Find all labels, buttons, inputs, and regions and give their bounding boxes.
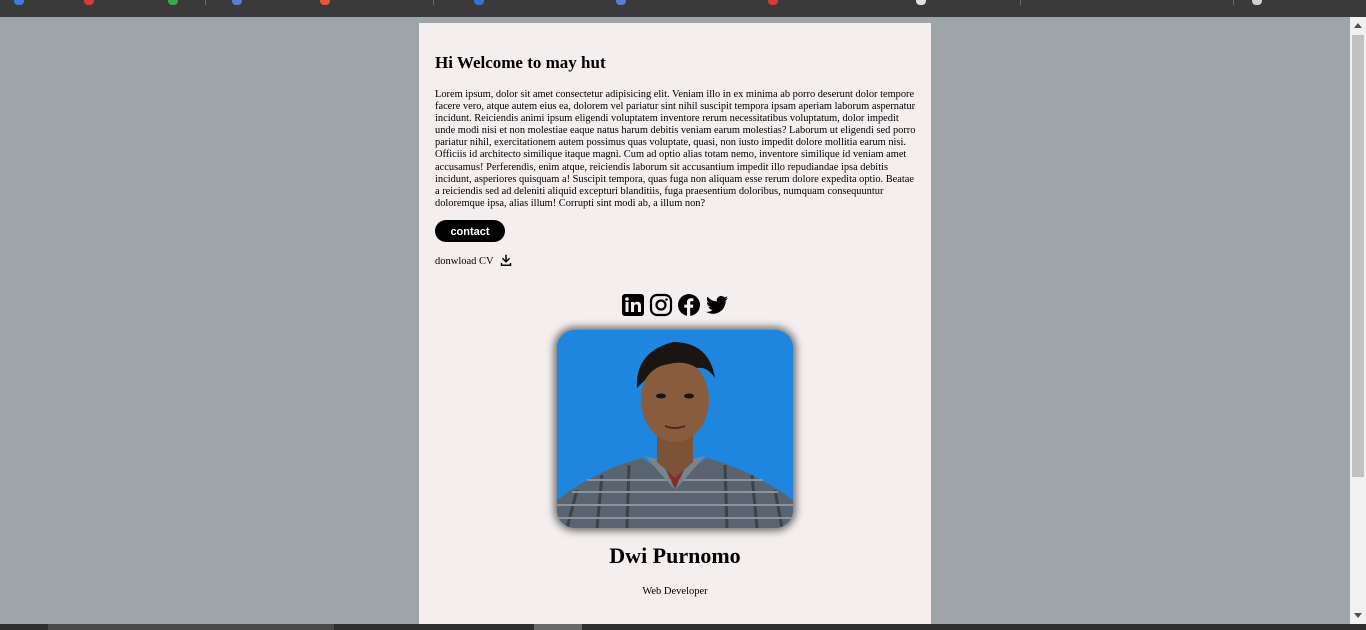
bio-paragraph: Lorem ipsum, dolor sit amet consectetur … xyxy=(435,89,916,209)
social-links xyxy=(419,293,931,317)
facebook-icon[interactable] xyxy=(677,293,701,317)
horizontal-scrollbar[interactable] xyxy=(0,624,1366,630)
tab-favicon-icon[interactable] xyxy=(84,0,94,5)
twitter-icon[interactable] xyxy=(705,293,729,317)
download-icon xyxy=(500,254,512,269)
profile-card: Hi Welcome to may hut Lorem ipsum, dolor… xyxy=(419,23,931,624)
tab-favicon-icon[interactable] xyxy=(168,0,178,5)
scroll-down-arrow-icon[interactable] xyxy=(1354,613,1362,618)
vertical-scrollbar[interactable] xyxy=(1350,17,1366,624)
browser-tab-strip xyxy=(0,0,1366,17)
tab-separator xyxy=(433,0,434,5)
tab-favicon-icon[interactable] xyxy=(768,0,778,5)
profile-name: Dwi Purnomo xyxy=(609,543,741,568)
tab-separator xyxy=(205,0,206,5)
tab-favicon-icon[interactable] xyxy=(320,0,330,5)
contact-button[interactable]: contact xyxy=(435,219,505,242)
download-cv-link[interactable]: donwload CV xyxy=(435,254,915,269)
tab-separator xyxy=(1020,0,1021,5)
instagram-icon[interactable] xyxy=(649,293,673,317)
person-portrait-image xyxy=(557,330,793,528)
profile-role: Web Developer xyxy=(642,586,708,597)
tab-favicon-icon[interactable] xyxy=(916,0,926,5)
taskbar-segment[interactable] xyxy=(48,624,334,630)
scrollbar-thumb[interactable] xyxy=(1352,35,1364,477)
scroll-up-arrow-icon[interactable] xyxy=(1354,23,1362,28)
tab-favicon-icon[interactable] xyxy=(232,0,242,5)
tab-favicon-icon[interactable] xyxy=(1252,0,1262,5)
download-cv-label: donwload CV xyxy=(435,255,494,267)
tab-separator xyxy=(1233,0,1234,5)
linkedin-icon[interactable] xyxy=(621,293,645,317)
tab-favicon-icon[interactable] xyxy=(616,0,626,5)
profile-photo xyxy=(557,330,793,528)
tab-favicon-icon[interactable] xyxy=(14,0,24,5)
page-title: Hi Welcome to may hut xyxy=(435,53,606,72)
scrollbar-thumb-horizontal[interactable] xyxy=(534,624,582,630)
tab-favicon-icon[interactable] xyxy=(474,0,484,5)
